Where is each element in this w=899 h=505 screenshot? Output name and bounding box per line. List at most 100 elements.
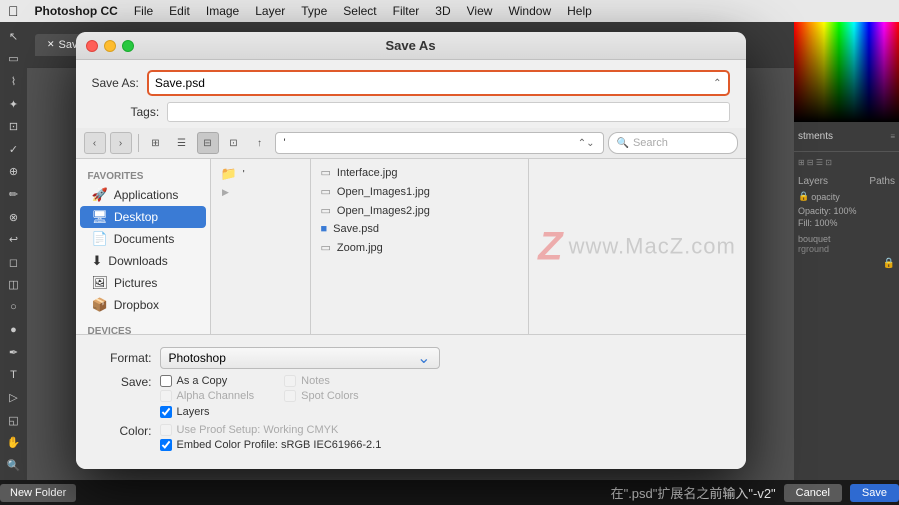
layer-lock-icon: 🔒 — [798, 191, 809, 202]
file-icon-save: ■ — [321, 223, 328, 235]
menu-view[interactable]: View — [467, 4, 493, 18]
back-button[interactable]: ‹ — [84, 132, 106, 154]
menu-filter[interactable]: Filter — [393, 4, 420, 18]
tool-pen[interactable]: ✒ — [3, 342, 25, 363]
desktop-label: Desktop — [114, 210, 158, 224]
file-name-open2: Open_Images2.jpg — [337, 205, 430, 217]
sidebar-item-desktop[interactable]: 🖥 Desktop — [80, 206, 206, 228]
as-copy-checkbox[interactable] — [160, 375, 172, 387]
devices-label: Devices — [76, 322, 210, 334]
close-button[interactable] — [86, 40, 98, 52]
minimize-button[interactable] — [104, 40, 116, 52]
tool-lasso[interactable]: ⌇ — [3, 71, 25, 92]
tool-history[interactable]: ↩ — [3, 229, 25, 250]
tool-zoom[interactable]: 🔍 — [3, 455, 25, 476]
use-proof-item[interactable]: Use Proof Setup: Working CMYK — [160, 424, 382, 436]
list-view-button[interactable]: ☰ — [171, 132, 193, 154]
file-name-open1: Open_Images1.jpg — [337, 186, 430, 198]
menu-app-name[interactable]: Photoshop CC — [35, 4, 118, 18]
use-proof-label: Use Proof Setup: Working CMYK — [177, 424, 339, 436]
menu-type[interactable]: Type — [301, 4, 327, 18]
spot-colors-item[interactable]: Spot Colors — [284, 390, 379, 402]
lock-icon: 🔒 — [883, 258, 895, 269]
tags-input[interactable] — [167, 102, 729, 122]
dropbox-icon: 📦 — [92, 297, 108, 313]
documents-label: Documents — [114, 232, 175, 246]
embed-color-item[interactable]: Embed Color Profile: sRGB IEC61966-2.1 — [160, 439, 382, 451]
icon-view-button[interactable]: ⊞ — [145, 132, 167, 154]
sidebar-item-documents[interactable]: 📄 Documents — [80, 228, 206, 250]
tool-brush[interactable]: ✏ — [3, 184, 25, 205]
dialog-titlebar: Save As — [76, 32, 746, 60]
column-view-button[interactable]: ⊟ — [197, 132, 219, 154]
embed-color-checkbox[interactable] — [160, 439, 172, 451]
watermark: Z www.MacZ.com — [538, 224, 736, 269]
tool-clone[interactable]: ⊗ — [3, 207, 25, 228]
folder-item-desktop[interactable]: 📁 ' — [215, 163, 306, 185]
background-label: rground — [798, 244, 895, 254]
tool-hand[interactable]: ✋ — [3, 433, 25, 454]
layers-item[interactable]: Layers — [160, 406, 379, 418]
menu-image[interactable]: Image — [206, 4, 239, 18]
menu-edit[interactable]: Edit — [169, 4, 190, 18]
tool-move[interactable]: ↖ — [3, 26, 25, 47]
panel-menu-icon[interactable]: ≡ — [890, 132, 895, 141]
menu-file[interactable]: File — [134, 4, 153, 18]
maximize-button[interactable] — [122, 40, 134, 52]
menu-select[interactable]: Select — [343, 4, 376, 18]
notes-item[interactable]: Notes — [284, 375, 379, 387]
file-name-zoom: Zoom.jpg — [337, 242, 383, 254]
saveas-input-wrapper[interactable]: ⌃ — [147, 70, 730, 96]
tool-blur[interactable]: ○ — [3, 297, 25, 318]
as-copy-item[interactable]: As a Copy — [160, 375, 255, 387]
menu-3d[interactable]: 3D — [435, 4, 450, 18]
tool-gradient[interactable]: ◫ — [3, 275, 25, 296]
sidebar-item-dropbox[interactable]: 📦 Dropbox — [80, 294, 206, 316]
format-select[interactable]: Photoshop ⌄ — [160, 347, 440, 369]
menu-layer[interactable]: Layer — [255, 4, 285, 18]
file-item-open1[interactable]: ▭ Open_Images1.jpg — [315, 182, 524, 201]
tool-crop[interactable]: ⊡ — [3, 116, 25, 137]
file-item-save[interactable]: ■ Save.psd — [315, 220, 524, 238]
file-browser: Favorites 🚀 Applications 🖥 Desktop 📄 Doc… — [76, 159, 746, 334]
tool-spot-heal[interactable]: ⊕ — [3, 162, 25, 183]
tool-dodge[interactable]: ● — [3, 320, 25, 341]
sidebar-item-downloads[interactable]: ⬇ Downloads — [80, 250, 206, 272]
sidebar: Favorites 🚀 Applications 🖥 Desktop 📄 Doc… — [76, 159, 211, 334]
favorites-label: Favorites — [76, 167, 210, 184]
coverflow-view-button[interactable]: ⊡ — [223, 132, 245, 154]
forward-button[interactable]: › — [110, 132, 132, 154]
save-row: Save: As a Copy Notes Alpha — [92, 375, 730, 418]
file-item-open2[interactable]: ▭ Open_Images2.jpg — [315, 201, 524, 220]
tool-shape[interactable]: ◱ — [3, 410, 25, 431]
file-icon-open2: ▭ — [321, 204, 331, 217]
tool-eraser[interactable]: ◻ — [3, 252, 25, 273]
saveas-chevron-icon: ⌃ — [713, 78, 721, 89]
tool-magic-wand[interactable]: ✦ — [3, 94, 25, 115]
file-item-interface[interactable]: ▭ Interface.jpg — [315, 163, 524, 182]
sidebar-item-pictures[interactable]: 🖼 Pictures — [80, 272, 206, 294]
menu-window[interactable]: Window — [508, 4, 551, 18]
format-chevron-icon: ⌄ — [417, 348, 430, 368]
sidebar-item-applications[interactable]: 🚀 Applications — [80, 184, 206, 206]
share-button[interactable]: ↑ — [249, 132, 271, 154]
menu-help[interactable]: Help — [567, 4, 592, 18]
file-item-zoom[interactable]: ▭ Zoom.jpg — [315, 238, 524, 257]
tool-path-select[interactable]: ▷ — [3, 388, 25, 409]
layers-tab[interactable]: Layers — [798, 176, 828, 187]
paths-tab[interactable]: Paths — [869, 176, 895, 187]
color-label: Color: — [92, 424, 152, 438]
location-bar[interactable]: ' ⌃⌄ — [275, 132, 604, 154]
search-bar[interactable]: 🔍 Search — [608, 132, 738, 154]
alpha-channels-item[interactable]: Alpha Channels — [160, 390, 255, 402]
tool-select-rect[interactable]: ▭ — [3, 49, 25, 70]
dialog-title: Save As — [385, 38, 435, 53]
adjustments-label: stments — [798, 131, 890, 142]
opacity-row: Opacity: 100% — [798, 206, 895, 216]
tool-text[interactable]: T — [3, 365, 25, 386]
saveas-input[interactable] — [155, 76, 713, 90]
layers-checkbox[interactable] — [160, 406, 172, 418]
color-swatch — [794, 22, 899, 122]
tool-eyedropper[interactable]: ✓ — [3, 139, 25, 160]
save-button[interactable]: Save — [850, 484, 899, 502]
